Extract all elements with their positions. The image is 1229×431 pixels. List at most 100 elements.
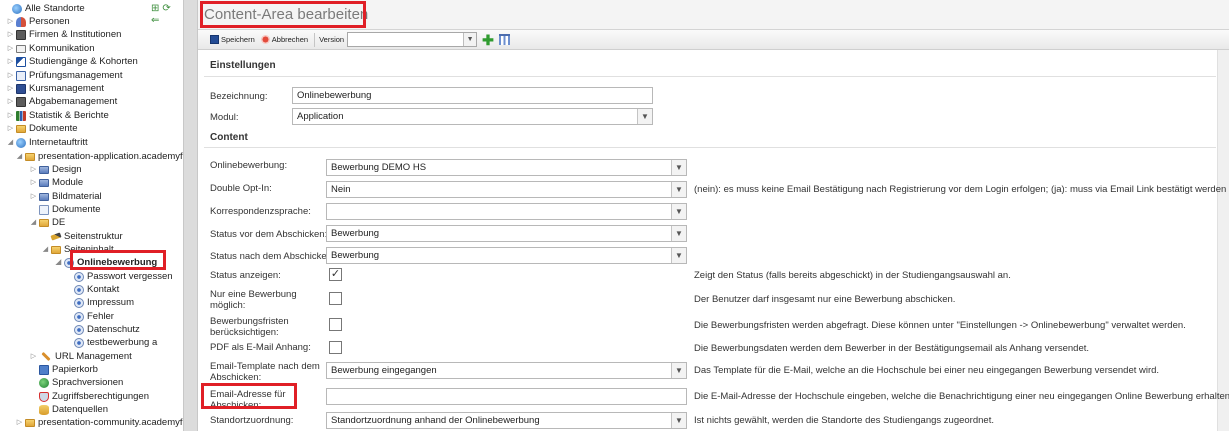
onlinebewerbung-label: Onlinebewerbung: — [210, 160, 288, 171]
tree-item-pruefungsmanagement[interactable]: ▷ Prüfungsmanagement — [6, 69, 123, 82]
folder-icon — [39, 218, 49, 227]
chevron-down-icon: ▼ — [463, 33, 477, 46]
bezeichnung-label: Bezeichnung: — [210, 91, 268, 102]
tree-item-dokumente[interactable]: ▷ Dokumente — [6, 122, 78, 135]
status-nach-label: Status nach dem Abschicken: — [210, 251, 335, 262]
tree-item-kommunikation[interactable]: ▷ Kommunikation — [6, 42, 95, 55]
email-input[interactable] — [326, 388, 687, 405]
pencil-icon — [50, 232, 62, 241]
building-icon — [16, 29, 26, 40]
tree-item-passwort[interactable]: Passwort vergessen — [74, 270, 173, 283]
tree-item-module[interactable]: ▷ Module — [29, 176, 83, 189]
globe-icon — [39, 377, 49, 388]
tree-item-datenquellen[interactable]: Datenquellen — [29, 403, 108, 416]
save-button[interactable]: Speichern — [210, 35, 255, 44]
modul-label: Modul: — [210, 112, 239, 123]
tree-item-url-management[interactable]: ▷ URL Management — [29, 350, 132, 363]
tree-item-design[interactable]: ▷ Design — [29, 163, 82, 176]
inbox-icon — [16, 96, 26, 107]
tree-item-zugriffsberechtigungen[interactable]: Zugriffsberechtigungen — [29, 390, 149, 403]
chevron-down-icon: ▼ — [637, 109, 652, 124]
version-label: Version — [319, 35, 345, 44]
standort-select[interactable]: Standortzuordnung anhand der Onlinebewer… — [326, 412, 687, 429]
chevron-down-icon: ▼ — [671, 363, 686, 378]
book-icon — [16, 83, 26, 94]
status-anzeigen-label: Status anzeigen: — [210, 270, 281, 281]
tree-item-internetauftritt[interactable]: ◢ Internetauftritt — [6, 136, 88, 149]
add-version-icon[interactable]: ✚ — [482, 33, 494, 47]
tree-item-personen[interactable]: ▷ Personen — [6, 15, 70, 28]
tree-item-dokumente-sub[interactable]: Dokumente — [29, 203, 101, 216]
collapse-arrow-icon[interactable]: ⇐ — [151, 15, 159, 26]
chevron-down-icon: ▼ — [671, 248, 686, 263]
checklist-icon — [16, 70, 26, 81]
tree-item-presentation-community[interactable]: ▷ presentation-community.academyfi — [15, 416, 183, 429]
wrench-icon — [41, 351, 51, 362]
toolbar: Speichern Abbrechen Version ▼ ✚ — [198, 30, 1229, 50]
page-icon — [74, 324, 84, 335]
section-divider — [204, 76, 1216, 77]
section-settings: Einstellungen — [210, 60, 276, 71]
chevron-down-icon: ▼ — [671, 204, 686, 219]
tree-item-presentation-application[interactable]: ◢ presentation-application.academyfi — [15, 150, 183, 163]
fristen-hint: Die Bewerbungsfristen werden abgefragt. … — [694, 320, 1186, 331]
standort-hint: Ist nichts gewählt, werden die Standorte… — [694, 415, 994, 426]
page-header: Content-Area bearbeiten — [198, 0, 1229, 30]
fristen-checkbox[interactable] — [329, 318, 342, 331]
status-anzeigen-checkbox[interactable]: ✓ — [329, 268, 342, 281]
chevron-down-icon: ▼ — [671, 413, 686, 428]
page-icon — [74, 271, 84, 282]
refresh-icon[interactable]: ⟳ — [162, 4, 170, 14]
korrespondenz-label: Korrespondenzsprache: — [210, 206, 311, 217]
expand-all-icon[interactable]: ⊞ — [151, 4, 159, 14]
tree-item-kontakt[interactable]: Kontakt — [74, 283, 119, 296]
folder-icon — [39, 165, 49, 174]
status-nach-select[interactable]: Bewerbung ▼ — [326, 247, 687, 264]
folder-icon — [16, 124, 26, 133]
panel-splitter[interactable] — [183, 0, 198, 431]
version-select[interactable]: ▼ — [347, 32, 478, 47]
tree-item-onlinebewerbung[interactable]: ◢ Onlinebewerbung — [54, 256, 157, 269]
template-hint: Das Template für die E-Mail, welche an d… — [694, 365, 1160, 376]
standort-label: Standortzuordnung: — [210, 415, 294, 426]
vertical-scrollbar[interactable] — [1217, 50, 1229, 431]
tree-item-datenschutz[interactable]: Datenschutz — [74, 323, 140, 336]
korrespondenz-select[interactable]: ▼ — [326, 203, 687, 220]
tree-item-sprachversionen[interactable]: Sprachversionen — [29, 376, 123, 389]
chart-icon — [16, 110, 26, 121]
trash-icon — [39, 364, 49, 375]
double-optin-select[interactable]: Nein ▼ — [326, 181, 687, 198]
onlinebewerbung-select[interactable]: Bewerbung DEMO HS ▼ — [326, 159, 687, 176]
bezeichnung-input[interactable]: Onlinebewerbung — [292, 87, 653, 104]
section-content: Content — [210, 132, 248, 143]
template-select[interactable]: Bewerbung eingegangen ▼ — [326, 362, 687, 379]
tree-item-firmen[interactable]: ▷ Firmen & Institutionen — [6, 28, 122, 41]
tree-item-testbewerbung[interactable]: testbewerbung a — [74, 336, 157, 349]
tree-item-seitenstruktur[interactable]: Seitenstruktur — [41, 230, 123, 243]
tree-item-statistik[interactable]: ▷ Statistik & Berichte — [6, 109, 109, 122]
double-optin-label: Double Opt-In: — [210, 183, 272, 194]
modul-select[interactable]: Application ▼ — [292, 108, 653, 125]
chevron-down-icon: ▼ — [671, 226, 686, 241]
fristen-label: Bewerbungsfristen berücksichtigen: — [210, 316, 289, 338]
tree-item-kursmanagement[interactable]: ▷ Kursmanagement — [6, 82, 104, 95]
page-icon — [74, 297, 84, 308]
tree-item-abgabemanagement[interactable]: ▷ Abgabemanagement — [6, 95, 117, 108]
tree-item-de[interactable]: ◢ DE — [29, 216, 65, 229]
pdf-checkbox[interactable] — [329, 341, 342, 354]
tree-item-studiengaenge[interactable]: ▷ Studiengänge & Kohorten — [6, 55, 138, 68]
tree-item-papierkorb[interactable]: Papierkorb — [29, 363, 98, 376]
page-icon — [74, 284, 84, 295]
tree-item-seiteninhalt[interactable]: ◢ Seiteninhalt — [41, 243, 114, 256]
cancel-button[interactable]: Abbrechen — [260, 35, 308, 44]
tree-item-alle-standorte[interactable]: Alle Standorte — [2, 2, 85, 15]
page-icon — [74, 337, 84, 348]
tree-item-impressum[interactable]: Impressum — [74, 296, 134, 309]
tree-item-bildmaterial[interactable]: ▷ Bildmaterial — [29, 190, 102, 203]
folder-icon — [25, 152, 35, 161]
tree-item-fehler[interactable]: Fehler — [74, 310, 114, 323]
status-vor-select[interactable]: Bewerbung ▼ — [326, 225, 687, 242]
graduation-icon — [16, 56, 26, 67]
nur-eine-checkbox[interactable] — [329, 292, 342, 305]
archive-icon[interactable] — [498, 34, 510, 45]
